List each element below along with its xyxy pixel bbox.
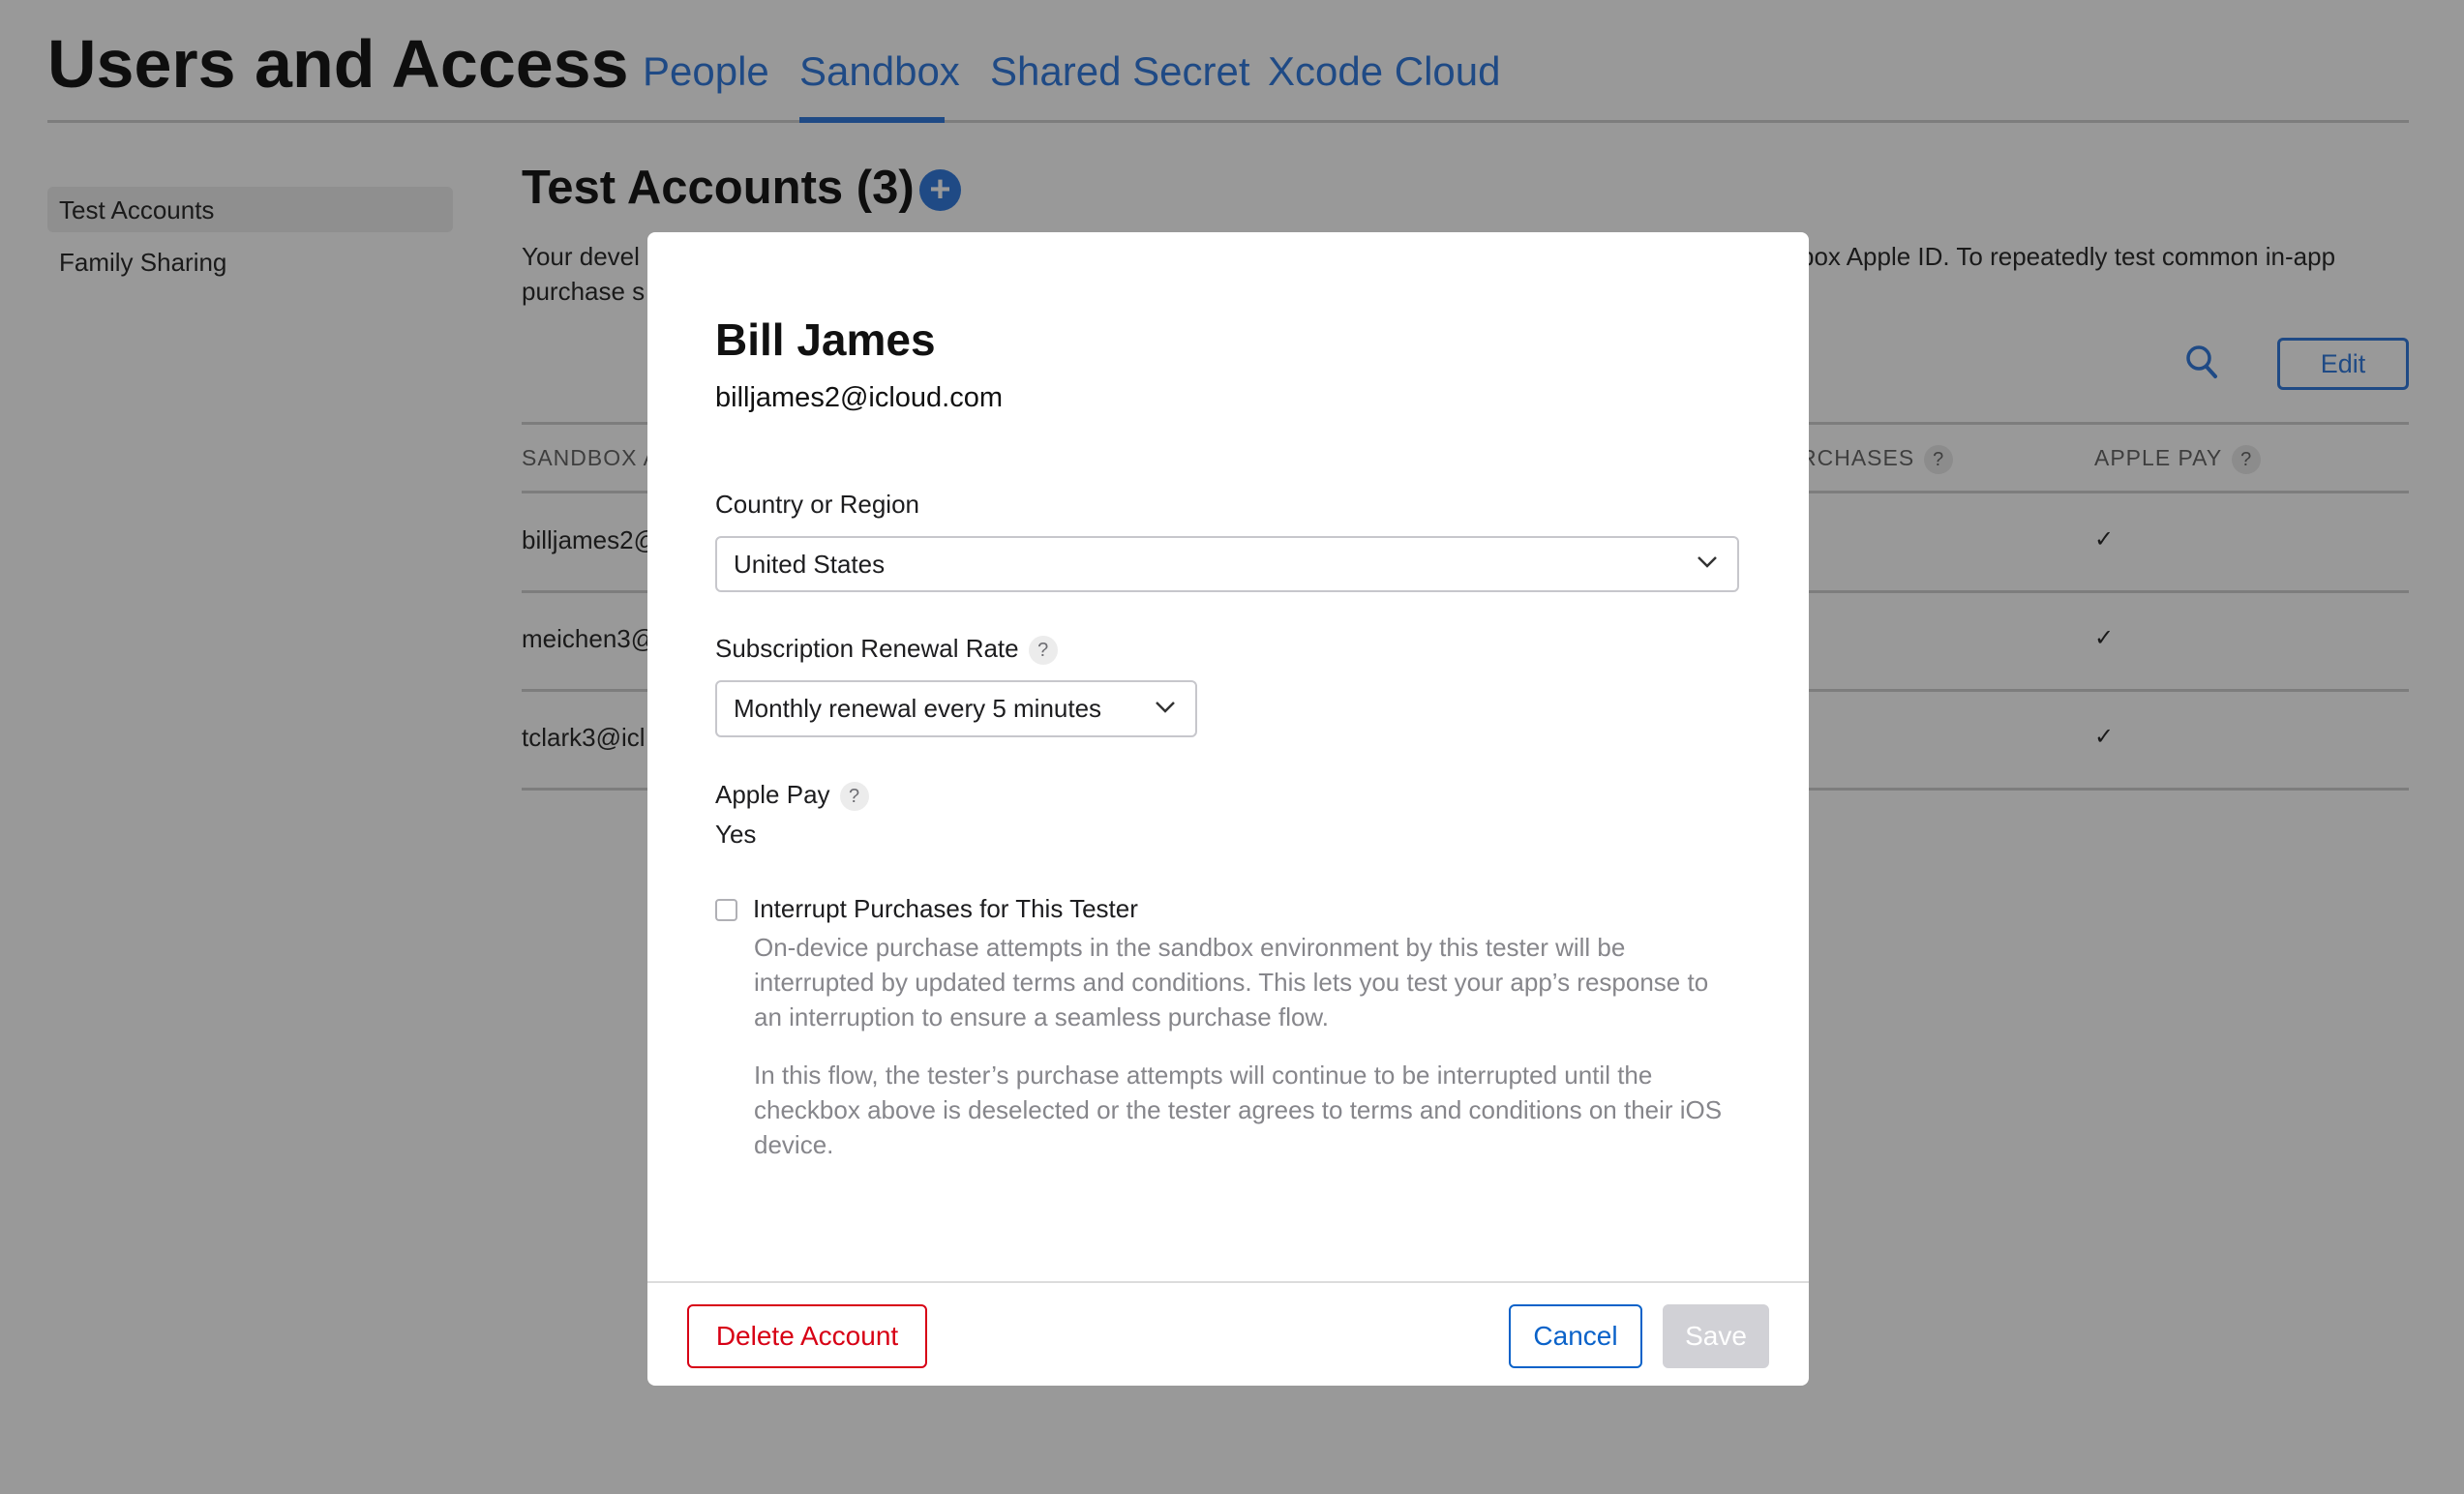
interrupt-description-flow: In this flow, the tester’s purchase atte… bbox=[754, 1061, 1723, 1159]
tab-sandbox[interactable]: Sandbox bbox=[799, 48, 960, 95]
description-text: Your devel bbox=[522, 242, 640, 271]
search-icon[interactable] bbox=[2185, 344, 2220, 381]
apple-pay-label-text: Apple Pay bbox=[715, 780, 830, 809]
interrupt-purchases-checkbox[interactable] bbox=[715, 899, 737, 921]
column-header-label: RCHASES bbox=[1800, 445, 1915, 470]
checkmark-icon: ✓ bbox=[2094, 526, 2115, 553]
page-title: Users and Access bbox=[47, 26, 629, 102]
add-account-button[interactable]: + bbox=[919, 169, 961, 211]
apple-pay-value: Yes bbox=[715, 820, 757, 849]
renewal-rate-value: Monthly renewal every 5 minutes bbox=[734, 694, 1102, 723]
active-tab-indicator bbox=[799, 117, 945, 123]
sidebar-item-label: Test Accounts bbox=[59, 195, 215, 224]
apple-pay-label: Apple Pay? bbox=[715, 780, 869, 812]
delete-account-button[interactable]: Delete Account bbox=[687, 1304, 927, 1368]
country-select[interactable]: United States bbox=[715, 536, 1739, 592]
help-icon[interactable]: ? bbox=[839, 782, 869, 812]
interrupt-purchases-label[interactable]: Interrupt Purchases for This Tester bbox=[753, 894, 1138, 924]
interrupt-description: On-device purchase attempts in the sandb… bbox=[754, 933, 1709, 1031]
tab-xcode-cloud[interactable]: Xcode Cloud bbox=[1268, 48, 1501, 95]
help-icon[interactable]: ? bbox=[1028, 636, 1058, 666]
table-row-account[interactable]: meichen3@ bbox=[522, 624, 656, 654]
table-row-account[interactable]: tclark3@icl bbox=[522, 723, 646, 753]
country-label: Country or Region bbox=[715, 490, 919, 519]
description-text: box Apple ID. To repeatedly test common … bbox=[1800, 242, 2336, 271]
checkmark-icon: ✓ bbox=[2094, 724, 2115, 750]
cancel-button[interactable]: Cancel bbox=[1509, 1304, 1642, 1368]
renewal-rate-label: Subscription Renewal Rate? bbox=[715, 634, 1058, 666]
column-header-label: APPLE PAY bbox=[2094, 445, 2223, 470]
column-header-purchases: RCHASES? bbox=[1800, 445, 1954, 474]
column-header-apple-pay: APPLE PAY? bbox=[2094, 445, 2262, 474]
help-icon[interactable]: ? bbox=[2232, 445, 2262, 474]
renewal-rate-select[interactable]: Monthly renewal every 5 minutes bbox=[715, 680, 1197, 737]
country-value: United States bbox=[734, 550, 886, 579]
tab-people[interactable]: People bbox=[643, 48, 769, 95]
column-header-account: SANDBOX A bbox=[522, 445, 659, 470]
footer-divider bbox=[647, 1281, 1809, 1283]
section-title: Test Accounts (3) bbox=[522, 162, 915, 214]
account-email: billjames2@icloud.com bbox=[715, 382, 1003, 413]
help-icon[interactable]: ? bbox=[1924, 445, 1954, 474]
tab-shared-secret[interactable]: Shared Secret bbox=[990, 48, 1250, 95]
edit-button[interactable]: Edit bbox=[2277, 338, 2409, 390]
edit-account-dialog: Bill James billjames2@icloud.com Country… bbox=[647, 232, 1809, 1386]
chevron-down-icon bbox=[1156, 702, 1175, 713]
dialog-title: Bill James bbox=[715, 314, 936, 365]
save-button[interactable]: Save bbox=[1663, 1304, 1769, 1368]
header-divider bbox=[47, 120, 2409, 123]
description-text: purchase s bbox=[522, 277, 646, 306]
checkmark-icon: ✓ bbox=[2094, 625, 2115, 651]
chevron-down-icon bbox=[1698, 556, 1717, 568]
table-row-account[interactable]: billjames2@ bbox=[522, 525, 659, 555]
sidebar-item-family-sharing[interactable]: Family Sharing bbox=[59, 248, 226, 278]
renewal-rate-label-text: Subscription Renewal Rate bbox=[715, 634, 1019, 663]
